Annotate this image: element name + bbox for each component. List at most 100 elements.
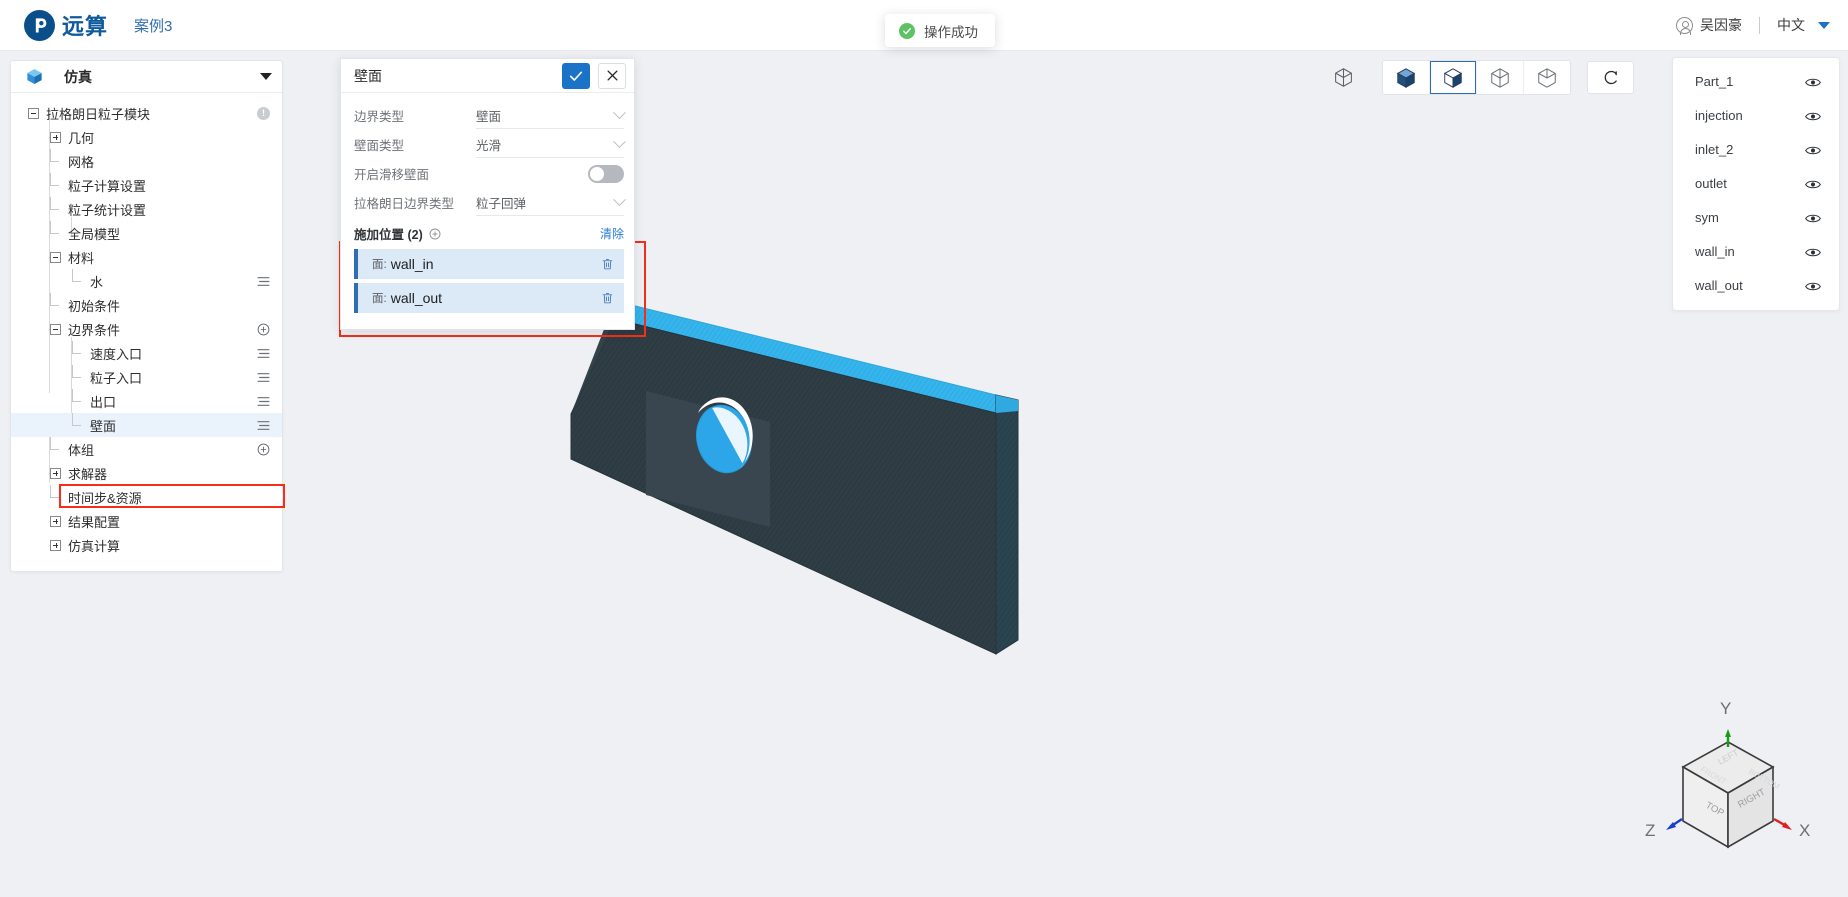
expand-icon[interactable] (50, 515, 61, 527)
wireframe-cube-icon[interactable] (1320, 61, 1366, 94)
eye-icon[interactable] (1805, 144, 1821, 155)
chevron-down-icon[interactable] (260, 73, 272, 80)
field-wall-type[interactable]: 壁面类型 光滑 (354, 130, 626, 159)
outline-cube-icon[interactable] (1477, 61, 1523, 94)
sidebar-item-8[interactable]: 初始条件 (11, 292, 282, 317)
select-wall-type[interactable]: 光滑 (476, 132, 626, 158)
moving-wall-toggle[interactable] (588, 164, 624, 183)
reset-view-icon[interactable] (1587, 61, 1634, 94)
eye-icon[interactable] (1805, 76, 1821, 87)
tree-header[interactable]: 仿真 (11, 61, 282, 93)
sidebar-item-label: 粒子计算设置 (68, 178, 147, 194)
sidebar-item-10[interactable]: 速度入口 (11, 340, 282, 365)
eye-icon[interactable] (1805, 246, 1821, 257)
list-menu-icon[interactable] (257, 348, 270, 359)
chevron-down-icon[interactable] (1818, 21, 1830, 29)
list-menu-icon[interactable] (257, 420, 270, 431)
field-boundary-type[interactable]: 边界类型 壁面 (354, 101, 626, 130)
case-name[interactable]: 案例3 (134, 15, 172, 36)
tree-connector (50, 292, 61, 311)
sidebar-item-17[interactable]: 结果配置 (11, 509, 282, 533)
sidebar-item-label: 速度入口 (90, 346, 143, 362)
collapse-icon[interactable] (28, 107, 39, 119)
logo-mark-icon (24, 9, 55, 41)
sidebar-item-11[interactable]: 粒子入口 (11, 364, 282, 389)
view-mode-group[interactable] (1382, 60, 1571, 95)
list-item[interactable]: 面: wall_out (354, 283, 624, 313)
list-item[interactable]: wall_out (1673, 268, 1839, 302)
brand-logo[interactable]: 远算 (24, 9, 108, 41)
part-label: injection (1695, 107, 1743, 123)
chevron-down-icon[interactable] (613, 105, 626, 119)
plus-circle-icon[interactable] (429, 227, 441, 240)
list-item[interactable]: Part_1 (1673, 64, 1839, 98)
expand-icon[interactable] (50, 131, 61, 143)
solid-blue-cube-icon[interactable] (1383, 61, 1429, 94)
field-lagrangian-boundary-type[interactable]: 拉格朗日边界类型 粒子回弹 (354, 188, 626, 217)
half-shaded-cube-icon[interactable] (1430, 61, 1476, 94)
axis-gizmo[interactable]: TOP RIGHT LEFT FRONT BOTTOM Y X Z (1645, 699, 1810, 867)
trash-icon[interactable] (601, 257, 614, 271)
eye-icon[interactable] (1805, 280, 1821, 291)
confirm-button[interactable] (562, 62, 590, 89)
sidebar-item-6[interactable]: 材料 (11, 245, 282, 269)
list-item[interactable]: inlet_2 (1673, 132, 1839, 166)
language-selector[interactable]: 中文 (1777, 15, 1805, 35)
expand-icon[interactable] (50, 467, 61, 479)
eye-icon[interactable] (1805, 212, 1821, 223)
part-list-panel[interactable]: Part_1 injection inlet_2 outlet sym wall… (1672, 57, 1840, 311)
sidebar-item-label: 出口 (90, 394, 117, 410)
collapse-icon[interactable] (50, 323, 61, 335)
eye-icon[interactable] (1805, 110, 1821, 121)
list-item[interactable]: injection (1673, 98, 1839, 132)
sidebar-item-2[interactable]: 网格 (11, 148, 282, 173)
chevron-down-icon[interactable] (613, 192, 626, 206)
add-icon[interactable] (257, 443, 270, 456)
axis-label-y: Y (1720, 699, 1732, 718)
sidebar-item-4[interactable]: 粒子统计设置 (11, 196, 282, 221)
sidebar-item-12[interactable]: 出口 (11, 388, 282, 413)
user-menu[interactable]: 吴因豪 (1676, 15, 1742, 35)
item-prefix: 面: (372, 293, 387, 305)
list-item[interactable]: wall_in (1673, 234, 1839, 268)
collapse-icon[interactable] (50, 251, 61, 263)
chevron-down-icon[interactable] (613, 134, 626, 148)
sidebar-item-15[interactable]: 求解器 (11, 461, 282, 485)
add-icon[interactable] (257, 323, 270, 336)
sidebar-item-0[interactable]: 拉格朗日粒子模块! (11, 101, 282, 125)
view-mode-toolbar[interactable] (1320, 60, 1634, 95)
field-enable-moving-wall[interactable]: 开启滑移壁面 (354, 159, 624, 188)
sidebar-item-7[interactable]: 水 (11, 268, 282, 293)
tree-body: 拉格朗日粒子模块! 几何 网格粒子计算设置粒子统计设置 全局模型 材料水初始条件 边界条件… (11, 93, 282, 557)
sidebar-item-14[interactable]: 体组 (11, 436, 282, 461)
list-menu-icon[interactable] (257, 396, 270, 407)
select-lagrangian-boundary-type[interactable]: 粒子回弹 (476, 190, 626, 216)
list-item[interactable]: 面: wall_in (354, 249, 624, 279)
edges-cube-icon[interactable] (1524, 61, 1570, 94)
close-button[interactable] (598, 62, 626, 89)
sidebar-item-13[interactable]: 壁面 (11, 412, 282, 437)
list-menu-icon[interactable] (257, 276, 270, 287)
sidebar-item-3[interactable]: 粒子计算设置 (11, 172, 282, 197)
expand-icon[interactable] (50, 539, 61, 551)
brand-name: 远算 (62, 14, 109, 39)
divider (1759, 16, 1760, 34)
eye-icon[interactable] (1805, 178, 1821, 189)
sidebar-item-16[interactable]: 时间步&资源 (11, 484, 282, 509)
sidebar-item-9[interactable]: 边界条件 (11, 317, 282, 341)
list-menu-icon[interactable] (257, 372, 270, 383)
trash-icon[interactable] (601, 291, 614, 305)
sidebar-item-5[interactable]: 全局模型 (11, 220, 282, 245)
list-item[interactable]: outlet (1673, 166, 1839, 200)
toggle-wrapper[interactable] (476, 161, 624, 187)
sidebar-item-label: 求解器 (68, 466, 108, 482)
list-item[interactable]: sym (1673, 200, 1839, 234)
clear-button[interactable]: 清除 (600, 225, 624, 242)
sidebar-item-1[interactable]: 几何 (11, 125, 282, 149)
simulation-tree-panel[interactable]: 仿真 拉格朗日粒子模块! 几何 网格粒子计算设置粒子统计设置 全局模型 材料水初始条件边… (10, 60, 283, 572)
sidebar-item-18[interactable]: 仿真计算 (11, 533, 282, 557)
select-boundary-type[interactable]: 壁面 (476, 103, 626, 129)
check-circle-icon (899, 22, 915, 39)
part-label: wall_in (1695, 243, 1735, 259)
wall-boundary-dialog[interactable]: 壁面 边界类型 壁面 壁面类型 光滑 开启滑移壁面 拉格朗日边界类型 粒子回弹 … (340, 58, 635, 330)
